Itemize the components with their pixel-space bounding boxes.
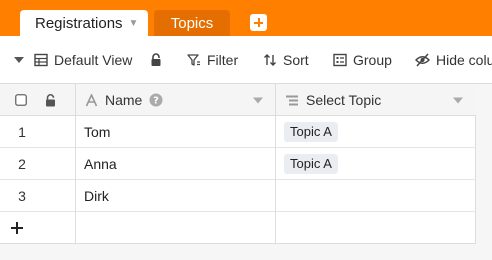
group-label: Group (353, 52, 392, 68)
column-header-select-topic[interactable]: Select Topic (285, 84, 381, 116)
topic-chip: Topic A (284, 122, 338, 142)
view-toolbar: Default View Filter Sort Group Hide colu (0, 36, 492, 84)
filter-button[interactable]: Filter (187, 36, 238, 84)
select-all-checkbox[interactable] (15, 84, 27, 116)
data-grid: Name ? Select Topic 1 Tom Topic A 2 Anna… (0, 84, 476, 244)
eye-off-icon (415, 53, 430, 67)
list-icon (286, 95, 298, 105)
table-row: 1 Tom Topic A (0, 116, 476, 148)
view-name: Default View (54, 52, 133, 68)
column-menu-topic[interactable] (453, 84, 463, 116)
cell-name[interactable]: Dirk (76, 180, 275, 212)
tab-topics-label: Topics (170, 14, 214, 32)
cell-name[interactable]: Tom (76, 116, 275, 148)
lock-view-button[interactable] (150, 36, 162, 84)
question-circle-icon[interactable]: ? (149, 93, 163, 107)
cell-select-topic[interactable]: Topic A (276, 148, 476, 180)
table-icon (34, 53, 48, 67)
column-name-label: Name (105, 92, 143, 108)
topic-chip: Topic A (284, 154, 338, 174)
tab-registrations-label: Registrations (35, 14, 123, 32)
row-number: 1 (18, 124, 26, 140)
column-menu-name[interactable] (253, 84, 263, 116)
caret-down-icon[interactable]: ▼ (129, 18, 139, 29)
lock-icon (46, 93, 55, 106)
cell-select-topic[interactable] (276, 180, 476, 212)
add-table-icon[interactable] (250, 14, 267, 31)
view-selector[interactable]: Default View (34, 36, 132, 84)
hide-columns-label: Hide colu (436, 52, 492, 68)
lock-icon (151, 53, 161, 66)
row-lock-button[interactable] (45, 84, 56, 116)
filter-label: Filter (207, 52, 239, 68)
app-root: Registrations ▼ Topics Default View Filt… (0, 0, 492, 260)
filter-icon (187, 54, 200, 66)
sort-label: Sort (283, 52, 309, 68)
svg-text:?: ? (153, 96, 159, 107)
text-type-icon (85, 93, 98, 106)
cell-select-topic[interactable]: Topic A (276, 116, 476, 148)
sort-button[interactable]: Sort (263, 36, 309, 84)
sort-arrows-icon (264, 54, 276, 66)
tab-topics[interactable]: Topics (154, 10, 230, 36)
table-row: 2 Anna Topic A (0, 148, 476, 180)
table-tab-bar: Registrations ▼ Topics (0, 0, 492, 36)
cell-name[interactable]: Anna (76, 148, 275, 180)
caret-down-icon (253, 97, 263, 103)
views-toggle-button[interactable] (14, 36, 24, 84)
group-icon (333, 53, 347, 67)
hide-columns-button[interactable]: Hide colu (415, 36, 492, 84)
caret-down-icon (453, 97, 463, 103)
column-header-name[interactable]: Name ? (85, 84, 163, 116)
checkbox-icon (15, 94, 27, 106)
column-topic-label: Select Topic (306, 92, 382, 108)
plus-icon (11, 222, 23, 234)
table-row: 3 Dirk (0, 180, 476, 212)
grid-header (0, 84, 476, 116)
row-number: 2 (18, 156, 26, 172)
add-row-button[interactable] (0, 212, 76, 244)
caret-down-icon (14, 57, 24, 63)
group-button[interactable]: Group (333, 36, 392, 84)
row-number: 3 (18, 188, 26, 204)
tab-registrations[interactable]: Registrations ▼ (20, 10, 148, 36)
